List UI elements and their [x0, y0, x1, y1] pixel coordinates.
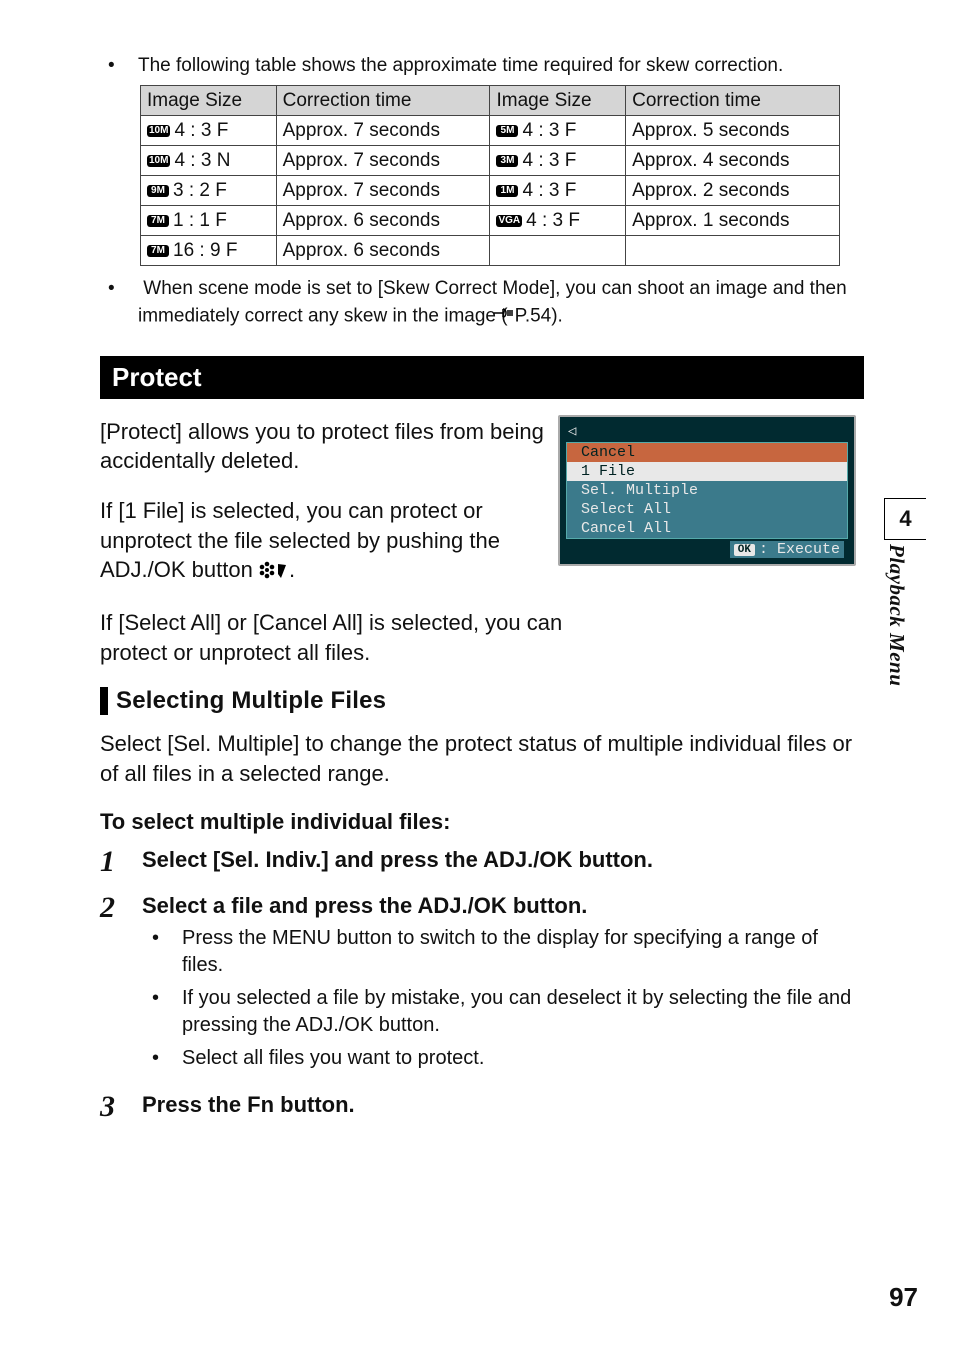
size-badge-icon: VGA [496, 215, 522, 227]
step-bullet: Select all files you want to protect. [182, 1045, 864, 1072]
step-title: Select a file and press the ADJ./OK butt… [142, 893, 864, 919]
correction-time: Approx. 6 seconds [276, 206, 490, 236]
step-bullets: Press the MENU button to switch to the d… [142, 925, 864, 1072]
correction-time: Approx. 1 seconds [626, 206, 840, 236]
size-badge-icon: 10M [147, 125, 170, 137]
lcd-ok-execute: OK : Execute [730, 541, 844, 558]
table-row: 7M 16 : 9 F Approx. 6 seconds [141, 236, 840, 266]
aspect-ratio: 4 : 3 F [522, 150, 576, 172]
lcd-item-cancelall: Cancel All [567, 519, 847, 538]
size-badge-icon: 1M [496, 185, 518, 197]
table-row: 10M 4 : 3 N Approx. 7 seconds 3M 4 : 3 F A… [141, 146, 840, 176]
chapter-number: 4 [884, 498, 926, 540]
correction-time: Approx. 4 seconds [626, 146, 840, 176]
intro-text: The following table shows the approximat… [100, 55, 864, 77]
subheading-selecting-multiple: Selecting Multiple Files [100, 687, 864, 715]
step-3: 3 Press the Fn button. [100, 1092, 864, 1124]
step-bullet: Press the MENU button to switch to the d… [182, 925, 864, 979]
aspect-ratio: 4 : 3 F [526, 210, 580, 232]
instruction-heading: To select multiple individual files: [100, 809, 864, 835]
table-row: 9M 3 : 2 F Approx. 7 seconds 1M 4 : 3 F Ap… [141, 176, 840, 206]
note-after-table: When scene mode is set to [Skew Correct … [100, 276, 864, 330]
camera-lcd-menu: ◁ Cancel 1 File Sel. Multiple Select All… [558, 415, 856, 566]
step-number: 2 [100, 893, 124, 1078]
step-title: Select [Sel. Indiv.] and press the ADJ./… [142, 847, 864, 873]
step-2: 2 Select a file and press the ADJ./OK bu… [100, 893, 864, 1078]
th-image-size-2: Image Size [490, 86, 626, 116]
left-triangle-icon: ◁ [566, 423, 848, 442]
protect-paragraph-2: If [1 File] is selected, you can protect… [100, 496, 560, 588]
lcd-item-cancel: Cancel [567, 443, 847, 462]
reference-pointer-icon [508, 303, 515, 330]
th-correction-time-1: Correction time [276, 86, 490, 116]
step-1: 1 Select [Sel. Indiv.] and press the ADJ… [100, 847, 864, 879]
protect-paragraph-1: [Protect] allows you to protect files fr… [100, 417, 560, 476]
side-tab: 4 Playback Menu [884, 498, 926, 686]
correction-time: Approx. 5 seconds [626, 116, 840, 146]
step-number: 3 [100, 1092, 124, 1124]
lcd-item-1file: 1 File [567, 462, 847, 481]
chapter-label: Playback Menu [884, 544, 909, 686]
aspect-ratio: 1 : 1 F [173, 210, 227, 232]
ok-button-icon: OK [734, 544, 755, 556]
aspect-ratio: 4 : 3 F [174, 120, 228, 142]
correction-time: Approx. 7 seconds [276, 176, 490, 206]
multi-intro: Select [Sel. Multiple] to change the pro… [100, 729, 864, 788]
section-protect: Protect [100, 356, 864, 399]
th-correction-time-2: Correction time [626, 86, 840, 116]
size-badge-icon: 3M [496, 155, 518, 167]
table-row: 10M 4 : 3 F Approx. 7 seconds 5M 4 : 3 F A… [141, 116, 840, 146]
aspect-ratio: 16 : 9 F [173, 240, 237, 262]
size-badge-icon: 10M [147, 155, 170, 167]
correction-time-table: Image Size Correction time Image Size Co… [140, 85, 840, 266]
aspect-ratio: 4 : 3 N [174, 150, 230, 172]
protect-paragraph-3: If [Select All] or [Cancel All] is selec… [100, 608, 620, 667]
size-badge-icon: 7M [147, 215, 169, 227]
th-image-size-1: Image Size [141, 86, 277, 116]
correction-time: Approx. 6 seconds [276, 236, 490, 266]
size-badge-icon: 5M [496, 125, 518, 137]
aspect-ratio: 4 : 3 F [522, 180, 576, 202]
correction-time: Approx. 7 seconds [276, 116, 490, 146]
size-badge-icon: 7M [147, 245, 169, 257]
aspect-ratio: 4 : 3 F [522, 120, 576, 142]
size-badge-icon: 9M [147, 185, 169, 197]
correction-time: Approx. 7 seconds [276, 146, 490, 176]
lcd-item-selmultiple: Sel. Multiple [567, 481, 847, 500]
page-number: 97 [889, 1282, 918, 1313]
adj-ok-flower-icon [259, 558, 289, 588]
step-bullet: If you selected a file by mistake, you c… [182, 985, 864, 1039]
lcd-item-selectall: Select All [567, 500, 847, 519]
correction-time: Approx. 2 seconds [626, 176, 840, 206]
aspect-ratio: 3 : 2 F [173, 180, 227, 202]
step-number: 1 [100, 847, 124, 879]
table-row: 7M 1 : 1 F Approx. 6 seconds VGA 4 : 3 F A… [141, 206, 840, 236]
step-title: Press the Fn button. [142, 1092, 864, 1118]
